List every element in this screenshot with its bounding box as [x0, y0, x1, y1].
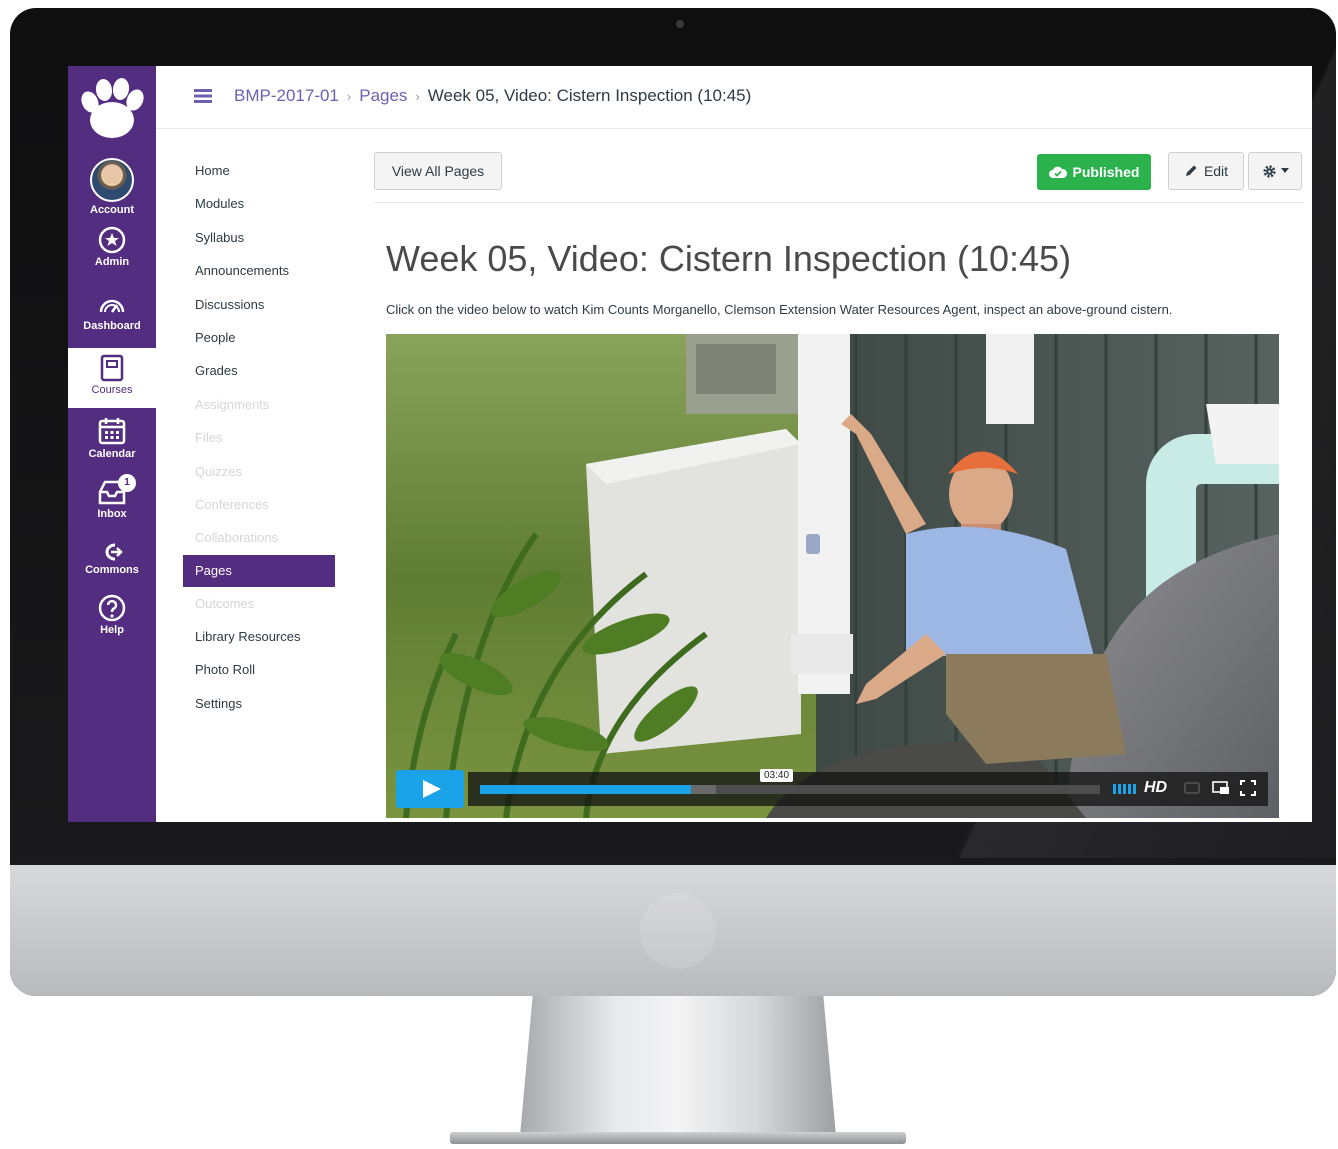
course-nav-quizzes[interactable]: Quizzes	[183, 455, 343, 488]
speedometer-icon	[99, 299, 125, 313]
timecode: 03:40	[760, 769, 794, 782]
gnav-admin[interactable]: Admin	[68, 226, 156, 268]
apple-logo-icon	[640, 893, 716, 969]
breadcrumb-separator-icon: ›	[415, 89, 420, 104]
control-bar: 03:40 HD	[468, 769, 1268, 806]
pencil-icon	[1185, 165, 1197, 176]
avatar	[90, 158, 134, 202]
gnav-commons[interactable]: Commons	[68, 542, 156, 576]
course-nav-conferences[interactable]: Conferences	[183, 488, 343, 521]
help-icon	[98, 594, 126, 622]
gnav-inbox-label: Inbox	[97, 508, 127, 520]
monitor-chin	[10, 865, 1336, 996]
gnav-commons-label: Commons	[85, 564, 139, 576]
gnav-help-label: Help	[100, 624, 124, 636]
progress-track[interactable]: 03:40	[480, 769, 1100, 794]
webcam	[676, 20, 684, 28]
breadcrumb-pages-link[interactable]: Pages	[359, 86, 407, 105]
gnav-admin-label: Admin	[94, 256, 130, 268]
cloud-check-icon	[1048, 166, 1067, 178]
inbox-badge: 1	[118, 474, 136, 492]
screen: Account Admin Dashboard Courses Calendar…	[68, 66, 1312, 822]
monitor-stand	[520, 996, 836, 1136]
progress-fill	[480, 785, 691, 794]
shield-icon	[98, 226, 126, 254]
page-description: Click on the video below to watch Kim Co…	[386, 302, 1173, 317]
course-nav-grades[interactable]: Grades	[183, 354, 343, 387]
play-button[interactable]	[396, 770, 464, 808]
video-controls: 03:40 HD	[396, 769, 1268, 808]
edit-label: Edit	[1203, 163, 1229, 179]
breadcrumb-course-link[interactable]: BMP-2017-01	[234, 86, 339, 105]
course-nav-collaborations[interactable]: Collaborations	[183, 521, 343, 554]
course-nav-library-resources[interactable]: Library Resources	[183, 620, 343, 653]
hamburger-menu-icon[interactable]	[194, 88, 212, 104]
published-label: Published	[1072, 164, 1140, 180]
picture-in-picture-icon[interactable]	[1212, 780, 1230, 796]
course-nav: Home Modules Syllabus Announcements Disc…	[183, 154, 343, 720]
calendar-icon	[98, 418, 126, 445]
settings-menu-button[interactable]	[1248, 152, 1302, 190]
gnav-dashboard[interactable]: Dashboard	[68, 292, 156, 332]
breadcrumb-current: Week 05, Video: Cistern Inspection (10:4…	[427, 86, 752, 105]
caret-down-icon	[1280, 168, 1289, 173]
gnav-help[interactable]: Help	[68, 594, 156, 636]
breadcrumb: BMP-2017-01 › Pages › Week 05, Video: Cister…	[234, 86, 751, 106]
course-nav-announcements[interactable]: Announcements	[183, 254, 343, 287]
gnav-account-label: Account	[90, 204, 134, 216]
commons-icon	[105, 543, 123, 561]
gnav-inbox[interactable]: 1 Inbox	[68, 474, 156, 520]
hd-toggle[interactable]: HD	[1144, 779, 1167, 797]
monitor-stand-base	[450, 1132, 906, 1144]
course-nav-assignments[interactable]: Assignments	[183, 388, 343, 421]
course-nav-people[interactable]: People	[183, 321, 343, 354]
gear-icon	[1262, 164, 1276, 178]
gnav-calendar[interactable]: Calendar	[68, 416, 156, 460]
page-title: Week 05, Video: Cistern Inspection (10:4…	[386, 238, 1072, 279]
gnav-dashboard-label: Dashboard	[83, 320, 141, 332]
gnav-account[interactable]: Account	[68, 158, 156, 216]
course-nav-files[interactable]: Files	[183, 421, 343, 454]
gnav-calendar-label: Calendar	[88, 448, 136, 460]
paw-logo-icon[interactable]	[76, 72, 148, 144]
course-nav-photo-roll[interactable]: Photo Roll	[183, 653, 343, 686]
video-player[interactable]: 03:40 HD	[386, 334, 1279, 818]
breadcrumb-separator-icon: ›	[346, 89, 352, 104]
course-nav-discussions[interactable]: Discussions	[183, 288, 343, 321]
monitor: Account Admin Dashboard Courses Calendar…	[10, 8, 1336, 996]
course-nav-outcomes[interactable]: Outcomes	[183, 587, 343, 620]
gnav-courses-label: Courses	[91, 384, 133, 396]
course-nav-home[interactable]: Home	[183, 154, 343, 187]
course-nav-pages[interactable]: Pages	[183, 554, 335, 587]
course-nav-syllabus[interactable]: Syllabus	[183, 221, 343, 254]
breadcrumb-bar: BMP-2017-01 › Pages › Week 05, Video: Cister…	[156, 66, 1312, 129]
course-nav-modules[interactable]: Modules	[183, 187, 343, 220]
captions-icon[interactable]	[1184, 780, 1200, 796]
gnav-courses[interactable]: Courses	[68, 348, 156, 408]
book-icon	[100, 354, 124, 382]
published-button[interactable]: Published	[1037, 154, 1151, 190]
fullscreen-icon[interactable]	[1240, 780, 1256, 796]
view-all-pages-button[interactable]: View All Pages	[374, 152, 502, 190]
video-frame	[386, 334, 1279, 818]
course-nav-settings[interactable]: Settings	[183, 687, 343, 720]
header-divider	[374, 202, 1304, 203]
edit-button[interactable]: Edit	[1168, 152, 1244, 190]
volume-icon[interactable]	[1113, 784, 1139, 794]
global-nav: Account Admin Dashboard Courses Calendar…	[68, 66, 156, 822]
